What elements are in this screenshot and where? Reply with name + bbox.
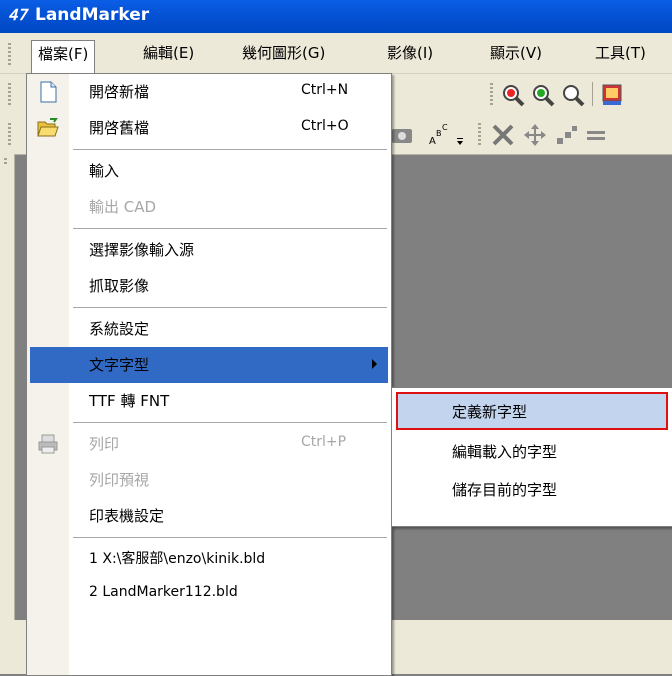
menu-item-font[interactable]: 文字字型 [30, 347, 388, 383]
menu-separator [73, 307, 387, 308]
menu-item-capture[interactable]: 抓取影像 [27, 268, 391, 304]
menu-edit[interactable]: 編輯(E) [137, 40, 200, 66]
menu-image[interactable]: 影像(I) [381, 40, 439, 66]
submenu-item-save-current-font[interactable]: 儲存目前的字型 [392, 472, 672, 508]
menu-item-label: 1 X:\客服部\enzo\kinik.bld [89, 551, 266, 567]
menu-item-ttf-to-fnt[interactable]: TTF 轉 FNT [27, 383, 391, 419]
svg-text:B: B [436, 129, 442, 138]
raster-icon[interactable] [600, 82, 626, 108]
menu-item-system-settings[interactable]: 系統設定 [27, 311, 391, 347]
submenu-item-edit-loaded-font[interactable]: 編輯載入的字型 [392, 434, 672, 470]
new-file-icon [40, 81, 57, 103]
move-icon[interactable] [522, 122, 548, 148]
menu-separator [73, 422, 387, 423]
file-menu-dropdown: 開啓新檔 Ctrl+N 開啓舊檔 Ctrl+O 輸入 輸出 CAD 選擇影像輸入… [26, 73, 392, 676]
menubar-grip[interactable] [8, 43, 11, 65]
menu-geometry[interactable]: 幾何圖形(G) [236, 40, 331, 66]
menu-item-shortcut: Ctrl+P [301, 434, 347, 450]
menu-item-export-cad: 輸出 CAD [27, 189, 391, 225]
menu-item-open-file[interactable]: 開啓舊檔 Ctrl+O [27, 110, 391, 146]
left-toolbar [0, 154, 15, 624]
scale-icon[interactable] [554, 122, 580, 148]
menu-item-label: 選擇影像輸入源 [89, 241, 195, 259]
menu-item-label: 輸出 CAD [89, 198, 157, 216]
zoom-icon[interactable] [560, 82, 586, 108]
title-bar: 𝟦𝟩 LandMarker [0, 0, 672, 33]
camera-icon[interactable] [390, 124, 416, 148]
font-submenu: 定義新字型 編輯載入的字型 儲存目前的字型 [391, 387, 672, 527]
menu-item-label: 2 LandMarker112.bld [89, 584, 238, 600]
toolbar-grip[interactable] [490, 83, 493, 105]
toolbar-overflow-icon[interactable] [456, 130, 464, 148]
toolbar-grip[interactable] [8, 83, 11, 105]
menu-item-shortcut: Ctrl+N [301, 82, 349, 98]
menu-item-recent-file-2[interactable]: 2 LandMarker112.bld [27, 577, 391, 613]
menu-item-label: 開啓新檔 [89, 83, 150, 101]
toolbar-separator [592, 82, 593, 106]
svg-text:C: C [442, 123, 448, 132]
menu-view[interactable]: 顯示(V) [484, 40, 548, 66]
menu-item-select-source[interactable]: 選擇影像輸入源 [27, 232, 391, 268]
menu-item-label: 列印預視 [89, 471, 150, 489]
menu-item-print-preview: 列印預視 [27, 462, 391, 498]
menu-separator [73, 228, 387, 229]
menu-item-label: 儲存目前的字型 [452, 481, 558, 499]
align-icon[interactable] [584, 122, 610, 148]
text-abc-icon[interactable]: ABC [426, 122, 452, 148]
open-folder-icon [37, 118, 59, 137]
printer-icon [38, 434, 58, 454]
window-title: LandMarker [35, 5, 150, 25]
menu-item-import[interactable]: 輸入 [27, 153, 391, 189]
menu-item-new-file[interactable]: 開啓新檔 Ctrl+N [27, 74, 391, 110]
menu-tools[interactable]: 工具(T) [589, 40, 652, 66]
zoom-out-icon[interactable] [530, 82, 556, 108]
submenu-arrow-icon [372, 359, 377, 369]
zoom-in-icon[interactable] [500, 82, 526, 108]
menu-item-label: 定義新字型 [452, 403, 528, 421]
menu-separator [73, 537, 387, 538]
svg-text:A: A [429, 136, 436, 147]
menu-bar: 檔案(F) 編輯(E) 幾何圖形(G) 影像(I) 顯示(V) 工具(T) [0, 33, 672, 75]
menu-item-label: 開啓舊檔 [89, 119, 150, 137]
menu-file[interactable]: 檔案(F) [31, 40, 96, 75]
menu-item-label: 系統設定 [89, 320, 150, 338]
menu-item-label: TTF 轉 FNT [89, 392, 170, 410]
toolbar-grip[interactable] [8, 123, 11, 145]
menu-separator [73, 149, 387, 150]
menu-item-shortcut: Ctrl+O [301, 118, 349, 134]
menu-item-label: 抓取影像 [89, 277, 150, 295]
menu-item-recent-file-1[interactable]: 1 X:\客服部\enzo\kinik.bld [27, 541, 391, 577]
toolbar-grip[interactable] [4, 158, 7, 166]
menu-item-label: 文字字型 [89, 356, 150, 374]
submenu-item-define-new-font[interactable]: 定義新字型 [396, 392, 668, 430]
menu-item-label: 印表機設定 [89, 507, 165, 525]
menu-item-label: 輸入 [89, 162, 120, 180]
menu-item-label: 編輯載入的字型 [452, 443, 558, 461]
delete-x-icon[interactable] [490, 122, 516, 148]
app-logo-icon: 𝟦𝟩 [8, 6, 28, 24]
menu-item-print: 列印 Ctrl+P [27, 426, 391, 462]
toolbar-grip[interactable] [478, 123, 481, 145]
menu-item-printer-setup[interactable]: 印表機設定 [27, 498, 391, 534]
menu-item-label: 列印 [89, 435, 120, 453]
